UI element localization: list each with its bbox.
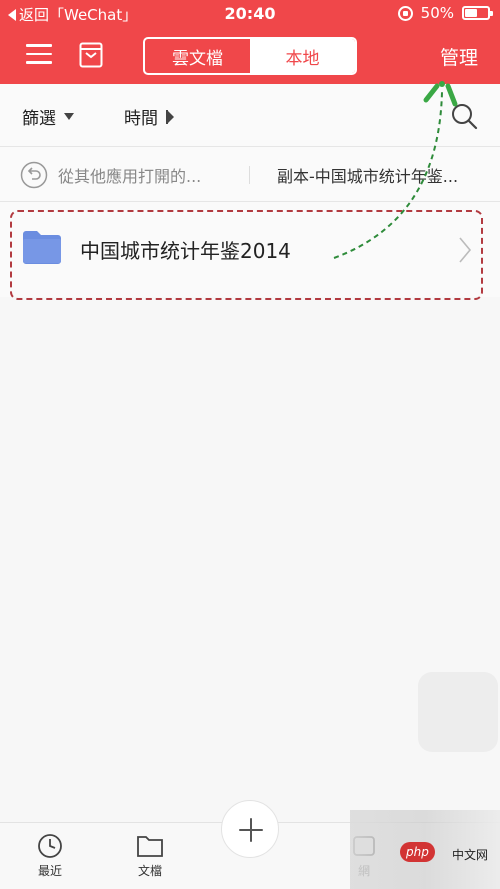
app-header: 返回「WeChat」 20:40 50% 雲文檔 本地 管理 bbox=[0, 0, 500, 84]
status-right: 50% bbox=[397, 4, 493, 22]
tab-cloud-docs[interactable]: 雲文檔 bbox=[145, 39, 250, 73]
time-label: 時間 bbox=[124, 109, 158, 129]
inbox-icon[interactable] bbox=[79, 42, 103, 68]
add-button[interactable] bbox=[221, 800, 279, 858]
list-item[interactable]: 中国城市统计年鉴2014 bbox=[0, 202, 500, 297]
search-icon[interactable] bbox=[450, 102, 478, 130]
breadcrumb-current: 副本-中国城市统计年鉴... bbox=[277, 167, 459, 186]
filter-label: 篩選 bbox=[22, 109, 56, 129]
sort-direction-icon bbox=[166, 109, 174, 124]
watermark-logo: php bbox=[400, 842, 435, 862]
tab-recent[interactable]: 最近 bbox=[20, 833, 80, 879]
watermark-text: 中文网 bbox=[452, 848, 489, 862]
source-segmented-control: 雲文檔 本地 bbox=[143, 37, 357, 75]
return-label: 返回「WeChat」 bbox=[19, 6, 138, 24]
rotation-lock-icon bbox=[397, 5, 413, 21]
cloud-icon bbox=[353, 836, 375, 856]
tab-recent-label: 最近 bbox=[37, 864, 62, 878]
file-name: 中国城市统计年鉴2014 bbox=[80, 239, 291, 263]
folder-outline-icon bbox=[137, 836, 163, 857]
return-to-wechat[interactable]: 返回「WeChat」 bbox=[8, 4, 137, 25]
back-triangle-icon bbox=[8, 8, 16, 21]
filter-dropdown[interactable]: 篩選 bbox=[22, 104, 74, 129]
menu-icon[interactable] bbox=[26, 44, 52, 64]
breadcrumb-previous[interactable]: 從其他應用打開的... bbox=[58, 163, 230, 187]
back-circle-icon[interactable] bbox=[20, 161, 48, 189]
status-bar: 返回「WeChat」 20:40 50% bbox=[0, 0, 500, 28]
clock-icon bbox=[38, 834, 62, 858]
floating-action-square[interactable] bbox=[418, 672, 498, 752]
breadcrumb-divider bbox=[249, 166, 250, 184]
tab-network[interactable]: 網 bbox=[334, 833, 394, 879]
tab-documents[interactable]: 文檔 bbox=[120, 833, 180, 879]
caret-down-icon bbox=[64, 113, 74, 120]
battery-icon bbox=[462, 6, 493, 20]
breadcrumb: 從其他應用打開的... 副本-中国城市统计年鉴... bbox=[0, 146, 500, 202]
tab-network-label: 網 bbox=[357, 864, 370, 878]
chevron-right-icon bbox=[459, 237, 472, 263]
folder-icon bbox=[23, 231, 61, 264]
tab-documents-label: 文檔 bbox=[137, 864, 162, 878]
manage-button[interactable]: 管理 bbox=[440, 43, 478, 70]
battery-percent: 50% bbox=[420, 4, 454, 22]
filter-bar: 篩選 時間 bbox=[0, 84, 500, 146]
tab-local[interactable]: 本地 bbox=[250, 39, 355, 73]
sort-time-button[interactable]: 時間 bbox=[124, 104, 174, 129]
